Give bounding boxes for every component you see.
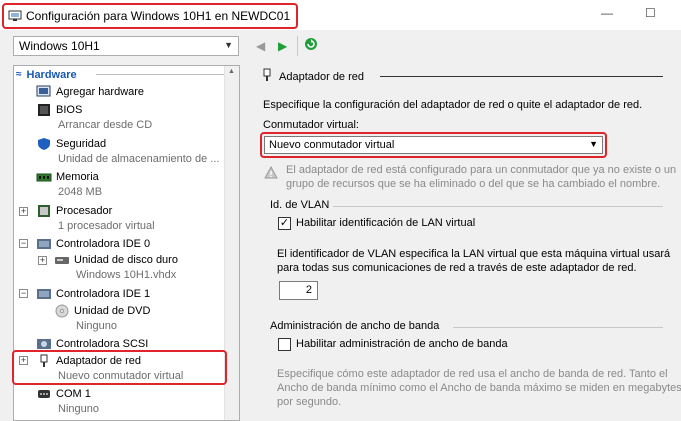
tree-item-disco-duro-sub: Windows 10H1.vhdx (76, 269, 177, 281)
panel-title-divider (380, 76, 681, 77)
scroll-up-icon[interactable]: ▲ (228, 68, 235, 75)
toolbar-separator (297, 36, 298, 56)
maximize-icon[interactable]: ☐ (645, 6, 656, 20)
collapse-ide0-icon[interactable]: − (19, 239, 28, 248)
tree-header-hardware[interactable]: ≈ Hardware (16, 66, 77, 83)
warning-icon (264, 165, 278, 182)
tree-item-bios-sub: Arrancar desde CD (58, 119, 153, 131)
vlan-checkbox-label: Habilitar identificación de LAN virtual (296, 217, 476, 229)
tree-header-label: Hardware (26, 68, 77, 81)
title-bar: Configuración para Windows 10H1 en NEWDC… (0, 0, 681, 30)
bandwidth-desc-line3: por segundo. (277, 396, 342, 408)
tree-item-dvd-sub: Ninguno (76, 320, 117, 332)
tree-item-seguridad[interactable]: Seguridad (36, 136, 106, 152)
bios-icon (36, 103, 52, 117)
tree-item-bios[interactable]: BIOS (36, 102, 82, 118)
expand-procesador-icon[interactable]: + (19, 207, 28, 216)
tree-item-agregar-hardware[interactable]: Agregar hardware (36, 84, 144, 100)
tree-item-procesador[interactable]: Procesador (36, 203, 112, 219)
collapse-ide1-icon[interactable]: − (19, 289, 28, 298)
window-title-highlight: Configuración para Windows 10H1 en NEWDC… (2, 3, 299, 29)
bandwidth-desc-line2: Ancho de banda mínimo como el Ancho de b… (277, 382, 681, 394)
vm-select-value: Windows 10H1 (19, 39, 100, 53)
com-port-icon (36, 387, 52, 401)
collapse-up-icon: ≈ (16, 69, 22, 80)
panel-title: Adaptador de red (279, 70, 365, 83)
add-hardware-icon (36, 85, 52, 99)
toolbar: Windows 10H1 ▼ ◀ ▶ (0, 30, 681, 62)
tree-item-dvd[interactable]: Unidad de DVD (54, 303, 150, 319)
chevron-down-icon: ▼ (224, 40, 233, 50)
vlan-desc-line2: para todas sus comunicaciones de red a t… (277, 262, 637, 274)
bandwidth-group-line (453, 327, 663, 328)
forward-icon[interactable]: ▶ (278, 39, 287, 53)
controller-icon (36, 287, 52, 301)
vm-select[interactable]: Windows 10H1 ▼ (13, 36, 239, 56)
tree-item-com1[interactable]: COM 1 (36, 386, 91, 402)
adaptador-highlight (12, 350, 227, 385)
header-divider (96, 74, 224, 75)
tree-item-procesador-sub: 1 procesador virtual (58, 220, 155, 232)
processor-icon (36, 204, 52, 218)
controller-icon (36, 237, 52, 251)
vlan-checkbox[interactable]: ✓ (278, 217, 291, 230)
tree-item-controladora-ide-0[interactable]: Controladora IDE 0 (36, 236, 150, 252)
bandwidth-group-title: Administración de ancho de banda (270, 320, 440, 332)
shield-icon (36, 137, 52, 151)
scsi-controller-icon (36, 337, 52, 351)
vlan-id-input[interactable]: 2 (279, 281, 318, 300)
vlan-desc-line1: El identificador de VLAN especifica la L… (277, 248, 671, 260)
tree-item-com1-sub: Ninguno (58, 403, 99, 415)
tree-item-memoria-sub: 2048 MB (58, 186, 103, 198)
warning-text-line2: grupo de recursos que se ha eliminado o … (286, 178, 661, 190)
refresh-icon[interactable] (304, 37, 318, 54)
hard-disk-icon (54, 253, 70, 267)
expand-disco-icon[interactable]: + (38, 256, 47, 265)
switch-highlight (260, 132, 607, 158)
tree-item-memoria[interactable]: Memoria (36, 169, 99, 185)
back-icon[interactable]: ◀ (256, 39, 265, 53)
bandwidth-checkbox[interactable] (278, 338, 291, 351)
network-adapter-icon (261, 68, 273, 85)
memory-icon (36, 170, 52, 184)
vlan-group-title: Id. de VLAN (270, 199, 330, 211)
minimize-icon[interactable]: — (601, 6, 613, 20)
warning-text-line1: El adaptador de red está configurado par… (286, 164, 677, 176)
switch-label: Conmutador virtual: (263, 119, 359, 131)
tree-item-controladora-ide-1[interactable]: Controladora IDE 1 (36, 286, 150, 302)
tree-item-disco-duro[interactable]: Unidad de disco duro (54, 252, 178, 268)
dvd-icon (54, 304, 70, 318)
intro-text: Especifique la configuración del adaptad… (263, 99, 643, 111)
window-title: Configuración para Windows 10H1 en NEWDC… (26, 9, 291, 23)
tree-item-seguridad-sub: Unidad de almacenamiento de ... (58, 153, 220, 165)
vlan-group-line (333, 206, 663, 207)
panel-header: Adaptador de red (261, 68, 364, 85)
bandwidth-desc-line1: Especifique cómo este adaptador de red u… (277, 368, 668, 380)
app-icon (8, 10, 22, 22)
bandwidth-checkbox-label: Habilitar administración de ancho de ban… (296, 338, 508, 350)
